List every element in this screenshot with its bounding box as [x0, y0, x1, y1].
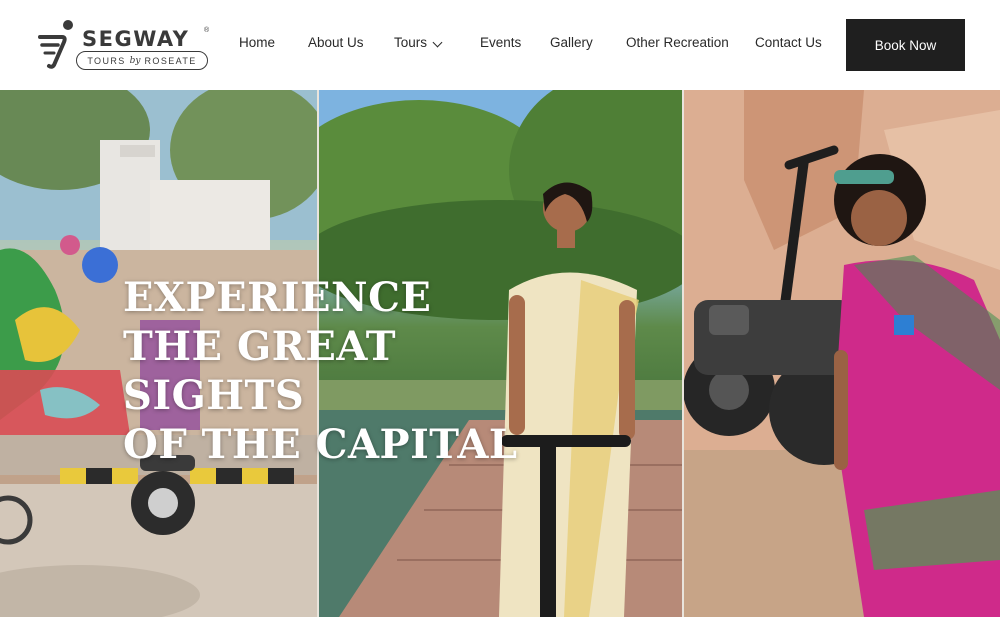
chevron-down-icon[interactable] — [432, 37, 443, 48]
nav-events[interactable]: Events — [480, 35, 521, 50]
brand-logo[interactable]: SEGWAY ® TOURS by ROSEATE — [36, 17, 212, 73]
headline-line: SIGHTS — [123, 372, 305, 419]
headline-line: EXPERIENCE — [123, 274, 432, 321]
hero-headline: EXPERIENCE THE GREAT SIGHTS OF THE CAPIT… — [123, 273, 563, 469]
registered-mark: ® — [204, 27, 210, 34]
site-header: SEGWAY ® TOURS by ROSEATE Home About Us … — [0, 0, 1000, 90]
tagline-by: by — [129, 55, 141, 66]
nav-contact-us[interactable]: Contact Us — [755, 35, 822, 50]
nav-home[interactable]: Home — [239, 35, 275, 50]
tagline-tours: TOURS — [87, 55, 126, 66]
nav-about-us[interactable]: About Us — [308, 35, 364, 50]
headline-line: OF THE CAPITAL — [123, 421, 518, 468]
brand-name: SEGWAY — [82, 27, 190, 51]
brand-tagline: TOURS by ROSEATE — [76, 51, 208, 70]
nav-gallery[interactable]: Gallery — [550, 35, 593, 50]
book-now-button[interactable]: Book Now — [846, 19, 965, 71]
nav-tours[interactable]: Tours — [394, 35, 427, 50]
headline-line: THE GREAT — [123, 323, 396, 370]
wall-scene-illustration — [684, 90, 1000, 617]
nav-other-recreation[interactable]: Other Recreation — [626, 35, 729, 50]
segway-logo-icon — [38, 20, 73, 69]
tagline-roseate: ROSEATE — [144, 55, 197, 66]
hero-image-wall — [684, 90, 1000, 617]
hero-section: EXPERIENCE THE GREAT SIGHTS OF THE CAPIT… — [0, 90, 1000, 617]
